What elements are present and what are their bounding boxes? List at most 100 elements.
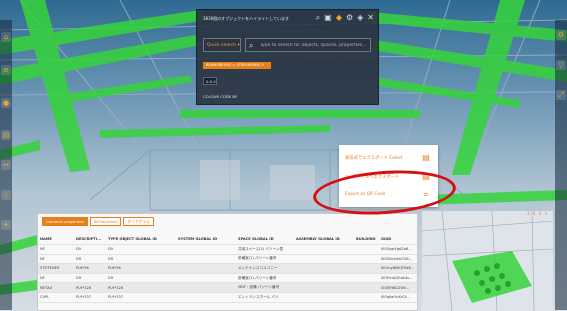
table-cell: PL9*237 [74, 292, 106, 303]
table-cell: 0lOqbe1hKrCt... [379, 292, 417, 303]
search-icon: ⌕ [249, 41, 254, 50]
properties-table: NAME DESCRIPTI... TYPE OBJECT GLOBAL ID … [38, 234, 417, 303]
table-row[interactable]: NF D9 D9 設備室(1) パソーン番号 0lOFmbQGak4v... [38, 273, 417, 284]
properties-tabs: Common properties IfcProperties ダイアグラム [42, 217, 154, 226]
table-cell: PL6*96 [106, 263, 176, 274]
table-cell [294, 273, 354, 284]
table-cell: PL6*96 [74, 263, 106, 274]
column-header[interactable]: BUILDING [354, 234, 379, 245]
table-row[interactable]: CVPL PL9*237 PL9*237 エントランスホール パソ 0lOqbe… [38, 292, 417, 303]
column-header[interactable]: GUID [379, 234, 417, 245]
table-row[interactable]: NF D9 D9 設備室(1) パソーン番号 0lO0AcIshhOS8... [38, 254, 417, 265]
export-table-menu-item[interactable]: 表形式でエクスポート Colect [345, 155, 403, 161]
column-header[interactable]: SPACE GLOBAL ID [236, 234, 294, 245]
table-cell: D9 [74, 273, 106, 284]
table-cell: 共用スペース(2) パソーン表 [236, 244, 294, 255]
table-cell [294, 282, 354, 293]
filter-icon[interactable]: ▣ [324, 13, 332, 23]
document-icon[interactable]: ▤ [1, 130, 11, 140]
colour-code-by-label: COLOUR CODE BY [203, 94, 238, 99]
table-cell: NF [38, 273, 74, 284]
document-icon[interactable]: ▤ [422, 153, 430, 162]
table-cell [354, 282, 379, 293]
column-header[interactable]: TYPE OBJECT GLOBAL ID [106, 234, 176, 245]
table-cell [176, 282, 236, 293]
close-icon[interactable]: ✕ [261, 63, 264, 67]
table-cell: 設備室(1) パソーン番号 [236, 273, 294, 284]
table-cell [294, 263, 354, 274]
tab-ifc-properties[interactable]: IfcProperties [89, 217, 122, 226]
table-cell [294, 254, 354, 265]
filter-chip-label: BEAMSBEAMS = STEELBEAMS [206, 63, 261, 67]
table-cell: METAX [38, 282, 74, 293]
settings-icon[interactable]: ⚙ [346, 13, 353, 23]
table-cell [176, 254, 236, 265]
left-toolbar: ⌂ ≡ ● ▤ ↔ ◇ ✦ [0, 20, 12, 310]
close-icon[interactable]: ✕ [367, 13, 374, 23]
table-cell [176, 273, 236, 284]
table-cell: NF [38, 244, 74, 255]
table-cell: エントランスホール パソ [236, 292, 294, 303]
value-input[interactable]: 0.0.0 [203, 77, 217, 85]
filter-icon[interactable]: ▽ [556, 60, 566, 70]
measure-icon[interactable]: ↔ [1, 160, 11, 170]
table-cell [354, 254, 379, 265]
table-cell: 0lOFmbQGak4v... [379, 273, 417, 284]
column-header[interactable]: ASSEMBLY GLOBAL ID [294, 234, 354, 245]
table-cell [294, 292, 354, 303]
layers-icon[interactable]: ≡ [1, 65, 11, 75]
right-toolbar: ⚙ ▽ ⤢ [555, 20, 567, 310]
search-panel-toolbar: ⌕ ▣ ◆ ⚙ ◈ ✕ [316, 13, 374, 23]
table-cell [176, 244, 236, 255]
table-row[interactable]: NF D9 D9 共用スペース(2) パソーン表 0lO0gwYg6Ze8... [38, 244, 417, 255]
table-cell: D9 [106, 254, 176, 265]
table-cell: MDF・設備 パソーン番号 [236, 282, 294, 293]
search-field[interactable]: ⌕ [245, 38, 371, 52]
filter-chip[interactable]: BEAMSBEAMS = STEELBEAMS ✕ [203, 62, 271, 69]
table-cell [354, 244, 379, 255]
table-header-row: NAME DESCRIPTI... TYPE OBJECT GLOBAL ID … [38, 234, 417, 245]
table-cell [354, 292, 379, 303]
table-cell: 0lO0AcIshhOS8... [379, 254, 417, 265]
table-cell: CVPL [38, 292, 74, 303]
expand-icon[interactable]: ⤢ [556, 90, 566, 100]
table-cell: 0lOmyNBtQFBeE... [379, 263, 417, 274]
column-header[interactable]: NAME [38, 234, 74, 245]
table-cell [294, 244, 354, 255]
settings-icon[interactable]: ⚙ [556, 30, 566, 40]
paint-icon[interactable]: ◆ [336, 13, 342, 23]
table-cell [176, 292, 236, 303]
table-row[interactable]: STIFFENER PL6*96 PL6*96 メンテナンスバルコニー 0lOm… [38, 263, 417, 274]
table-cell: D9 [74, 254, 106, 265]
table-cell: D9 [106, 244, 176, 255]
highlight-count-title: 3836個のオブジェクトをハイライトしています [203, 16, 289, 21]
chevron-down-icon: ▾ [237, 43, 240, 48]
tab-diagram[interactable]: ダイアグラム [123, 217, 154, 226]
table-cell: NF [38, 254, 74, 265]
table-cell: D9 [106, 273, 176, 284]
palette-icon[interactable]: ● [1, 98, 11, 108]
mini-3d-view[interactable] [422, 211, 553, 311]
table-cell [354, 273, 379, 284]
tag-icon[interactable]: ◈ [357, 13, 363, 23]
home-icon[interactable]: ⌂ [1, 32, 11, 42]
table-cell: メンテナンスバルコニー [236, 263, 294, 274]
table-row[interactable]: METAX PL9*128 PL9*128 MDF・設備 パソーン番号 0lOB… [38, 282, 417, 293]
properties-panel: Common properties IfcProperties ダイアグラム N… [37, 213, 418, 311]
column-header[interactable]: SYSTEM GLOBAL ID [176, 234, 236, 245]
table-cell [354, 263, 379, 274]
quick-search-dropdown[interactable]: Quick search ▾ [203, 38, 241, 52]
tab-common-properties[interactable]: Common properties [42, 217, 88, 226]
table-cell: 0lO0gwYg6Ze8... [379, 244, 417, 255]
column-header[interactable]: DESCRIPTI... [74, 234, 106, 245]
search-icon[interactable]: ⌕ [316, 13, 320, 23]
mini-model [422, 211, 553, 311]
section-icon[interactable]: ◇ [1, 190, 11, 200]
mini-view-pager[interactable]: 3 4 5 > [527, 211, 549, 216]
table-cell: D9 [74, 244, 106, 255]
search-panel: 3836個のオブジェクトをハイライトしています ⌕ ▣ ◆ ⚙ ◈ ✕ Quic… [196, 9, 379, 105]
table-cell: PL9*128 [74, 282, 106, 293]
light-icon[interactable]: ✦ [1, 220, 11, 230]
table-cell: 設備室(1) パソーン番号 [236, 254, 294, 265]
search-input[interactable] [260, 41, 368, 50]
